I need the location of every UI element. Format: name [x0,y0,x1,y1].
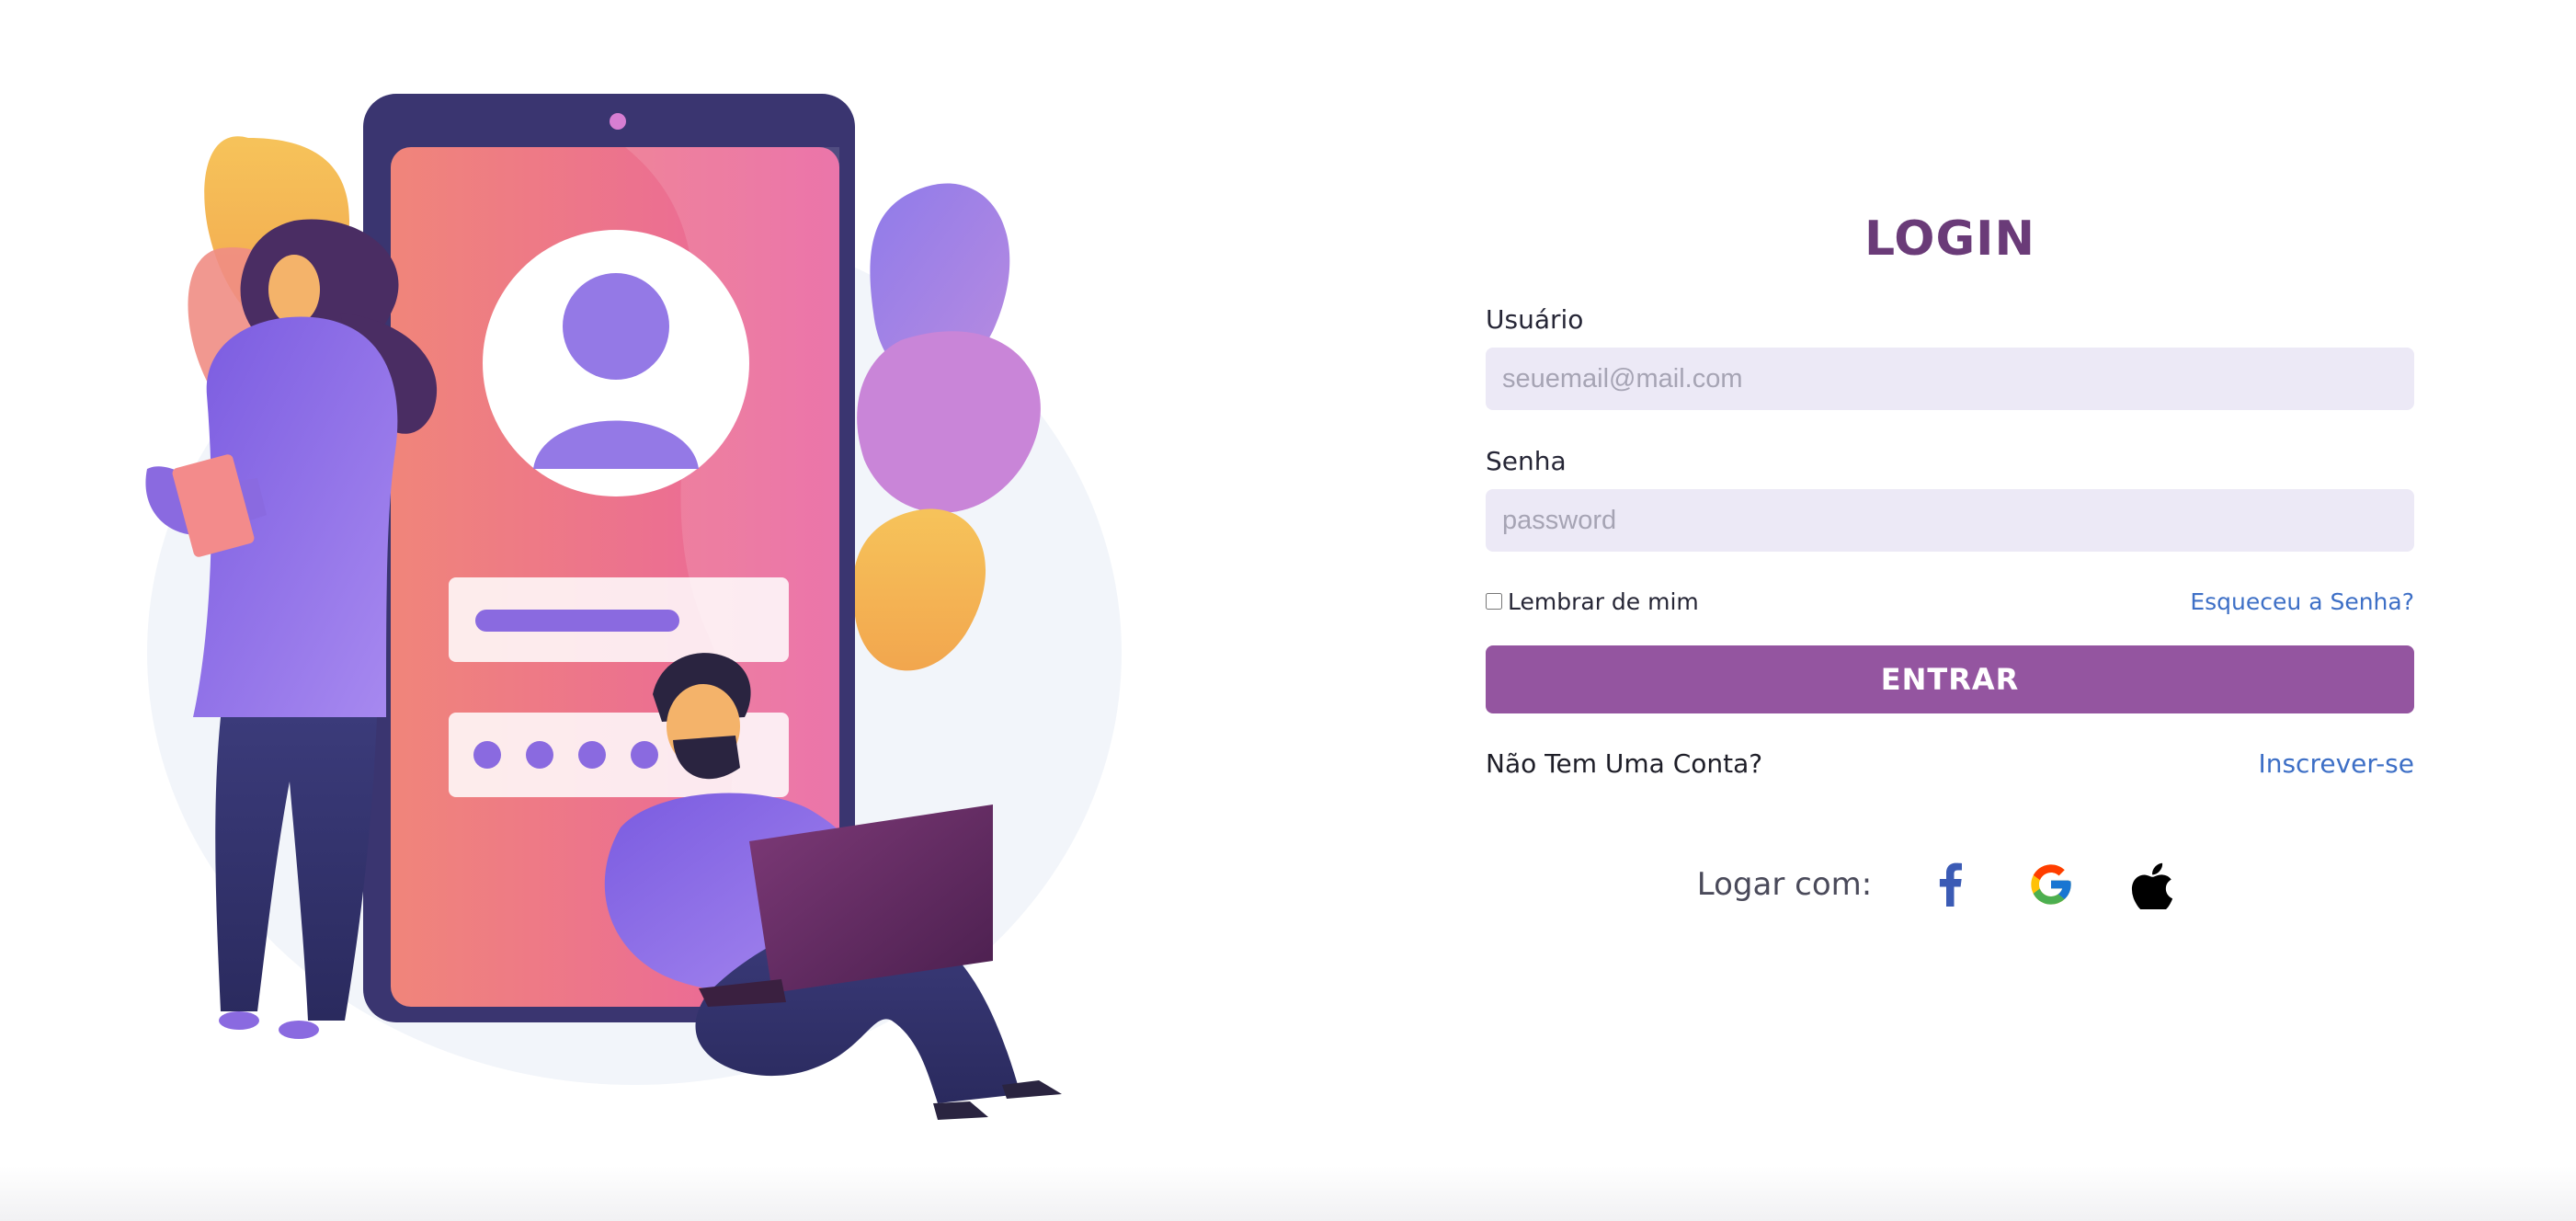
social-login-row: Logar com: [1486,855,2414,914]
login-button[interactable]: ENTRAR [1486,645,2414,713]
password-dot-icon [631,741,658,769]
remember-me-checkbox[interactable] [1486,593,1502,610]
bottom-fade [0,1166,2576,1221]
password-dot-icon [578,741,606,769]
login-illustration [110,83,1158,1122]
username-input[interactable] [1486,348,2414,410]
password-input[interactable] [1486,489,2414,552]
google-icon[interactable] [2022,855,2080,914]
password-dot-icon [526,741,553,769]
login-title: LOGIN [1864,211,2036,267]
facebook-icon[interactable] [1921,855,1979,914]
signup-row: Não Tem Uma Conta? Inscrever-se [1486,745,2414,782]
signup-link[interactable]: Inscrever-se [2258,748,2414,779]
remember-me[interactable]: Lembrar de mim [1486,588,1699,615]
social-login-label: Logar com: [1696,866,1873,903]
apple-icon[interactable] [2123,855,2182,914]
avatar-head-icon [563,273,669,380]
username-label: Usuário [1486,304,1584,335]
no-account-text: Não Tem Uma Conta? [1486,747,1763,779]
password-dot-icon [473,741,501,769]
password-group: Senha [1486,445,2414,552]
phone-camera [610,113,626,130]
password-label: Senha [1486,446,1567,476]
phone-username-line [475,610,679,632]
username-group: Usuário [1486,303,2414,410]
login-page: LOGIN Usuário Senha Lembrar de mim Esque… [0,0,2576,1221]
forgot-password-link[interactable]: Esqueceu a Senha? [2190,588,2414,615]
options-row: Lembrar de mim Esqueceu a Senha? [1486,583,2414,620]
remember-me-label: Lembrar de mim [1508,588,1699,615]
login-form: LOGIN Usuário Senha Lembrar de mim Esque… [1486,202,2414,914]
